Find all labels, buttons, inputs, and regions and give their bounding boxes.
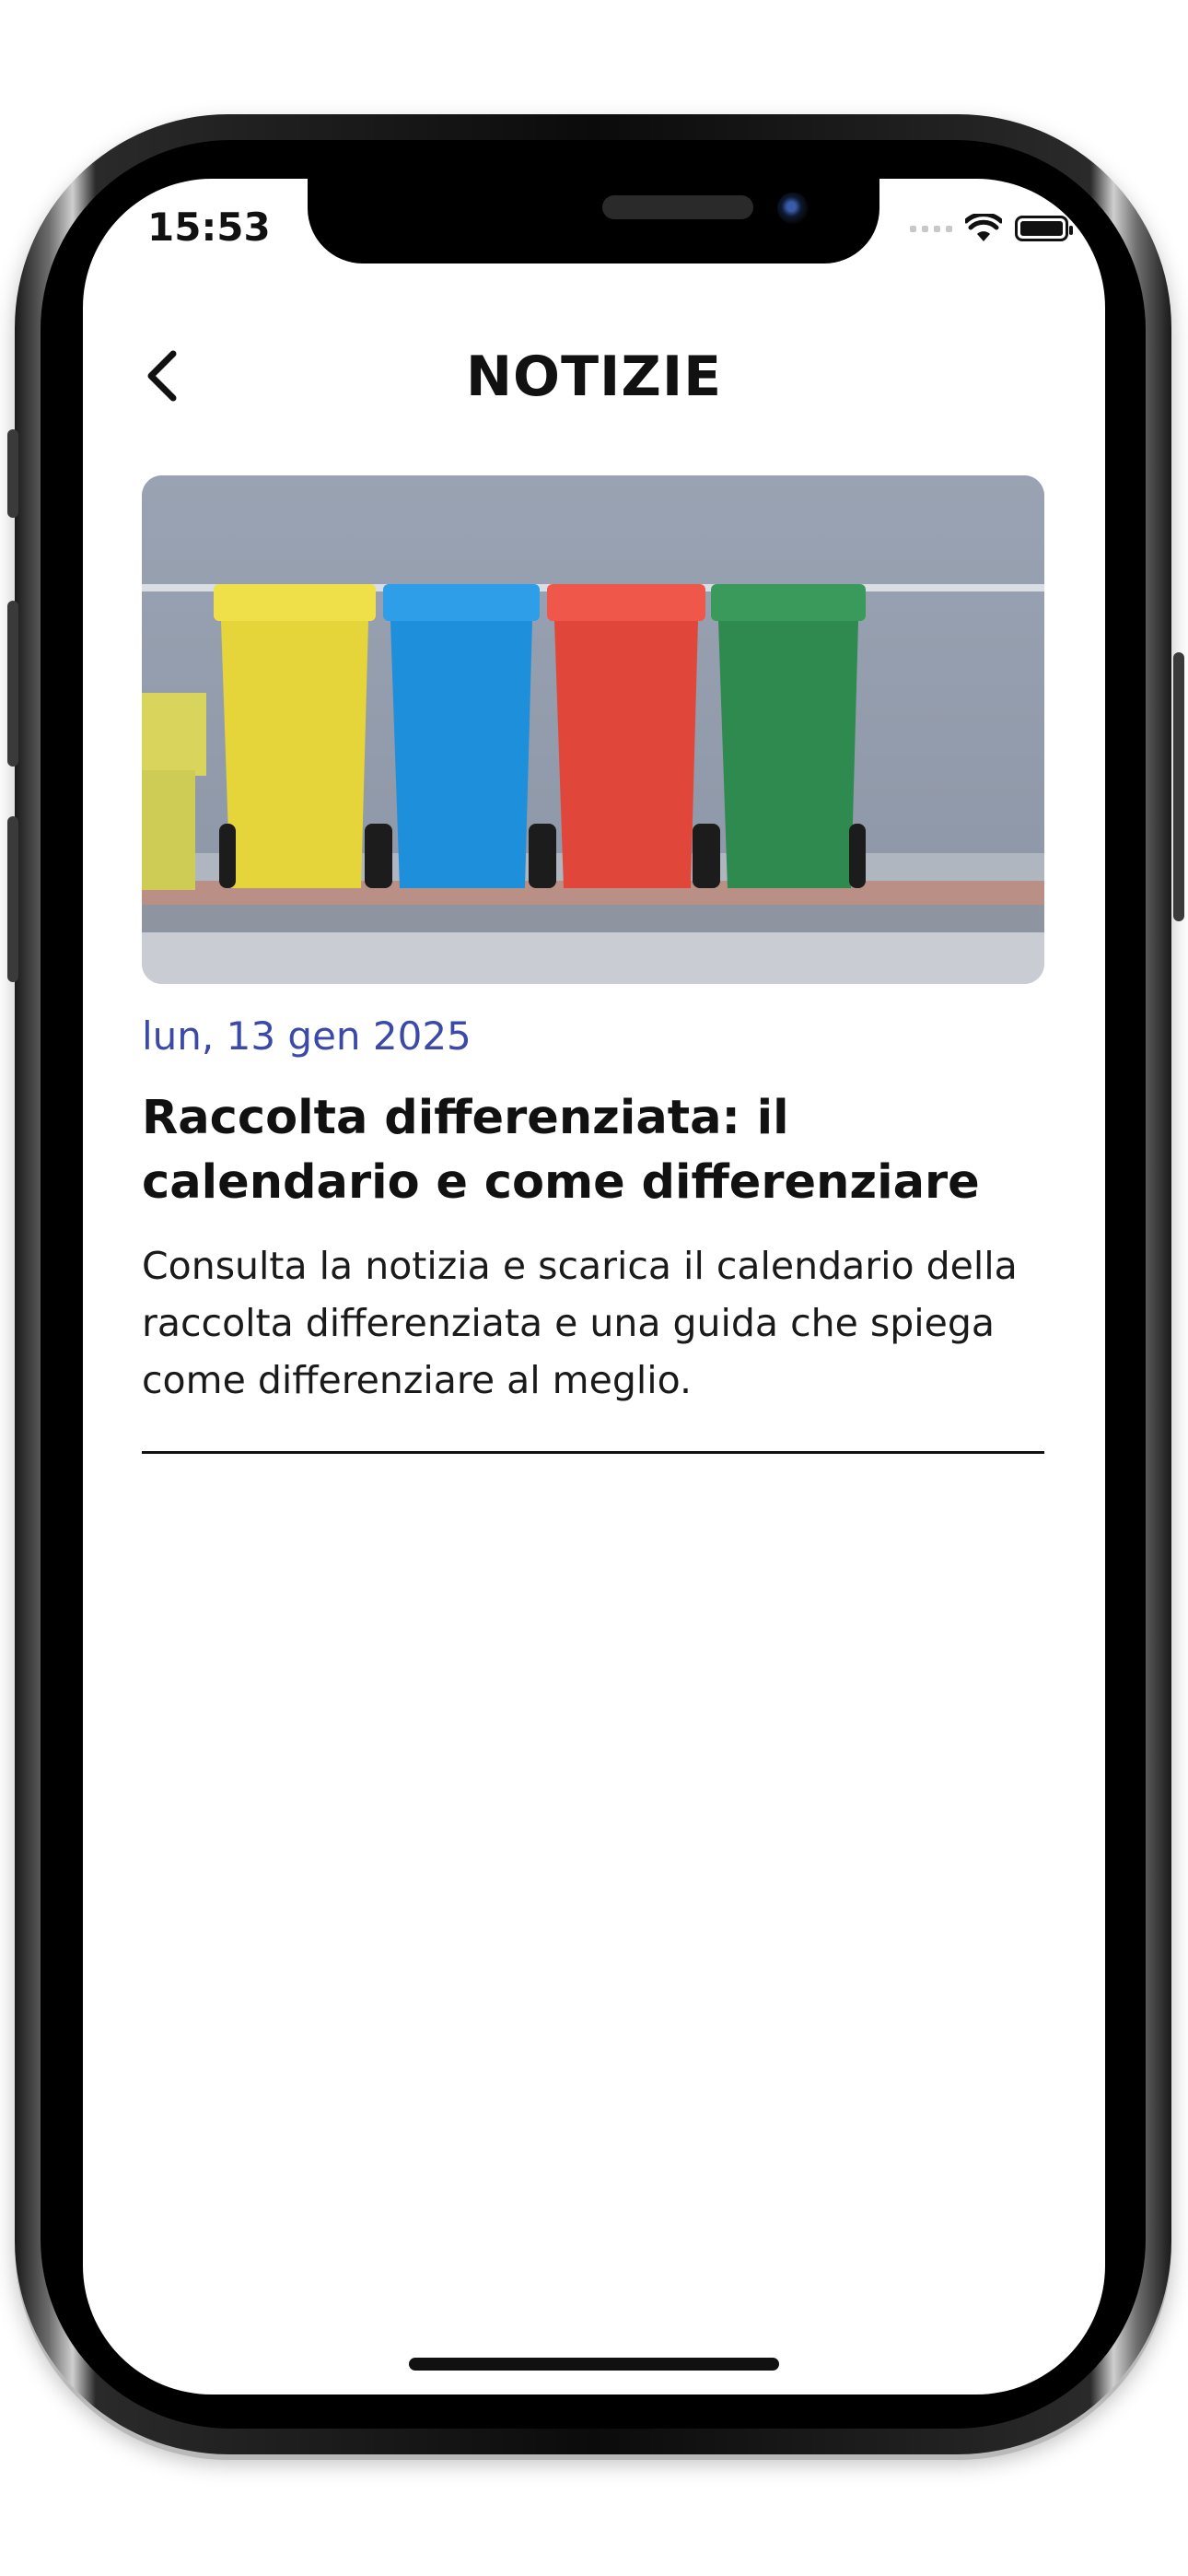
notch <box>308 179 879 263</box>
volume-down-button <box>7 816 18 982</box>
recycling-bins-illustration <box>142 475 1044 984</box>
news-image[interactable] <box>142 475 1044 984</box>
status-icons <box>910 210 1073 247</box>
news-item[interactable]: lun, 13 gen 2025 Raccolta differenziata:… <box>142 475 1044 1454</box>
news-summary: Consulta la notizia e scarica il calenda… <box>142 1244 1018 1402</box>
navigation-bar: NOTIZIE <box>83 326 1105 418</box>
volume-up-button <box>7 601 18 767</box>
wifi-icon <box>965 214 1002 241</box>
status-time: 15:53 <box>147 205 271 250</box>
earpiece-speaker <box>602 195 753 219</box>
battery-icon <box>1015 216 1073 241</box>
news-date: lun, 13 gen 2025 <box>142 1013 472 1059</box>
mute-switch <box>7 429 18 518</box>
app-screen: 15:53 NOTIZIE lun, 13 gen 2025 Raccolta … <box>83 179 1105 2395</box>
signal-icon <box>910 225 952 232</box>
front-camera <box>777 193 809 224</box>
news-divider <box>142 1451 1044 1454</box>
power-button <box>1173 652 1184 921</box>
home-indicator[interactable] <box>409 2358 779 2371</box>
news-title[interactable]: Raccolta differenziata: il calendario e … <box>142 1086 1044 1215</box>
page-title: NOTIZIE <box>465 345 723 409</box>
